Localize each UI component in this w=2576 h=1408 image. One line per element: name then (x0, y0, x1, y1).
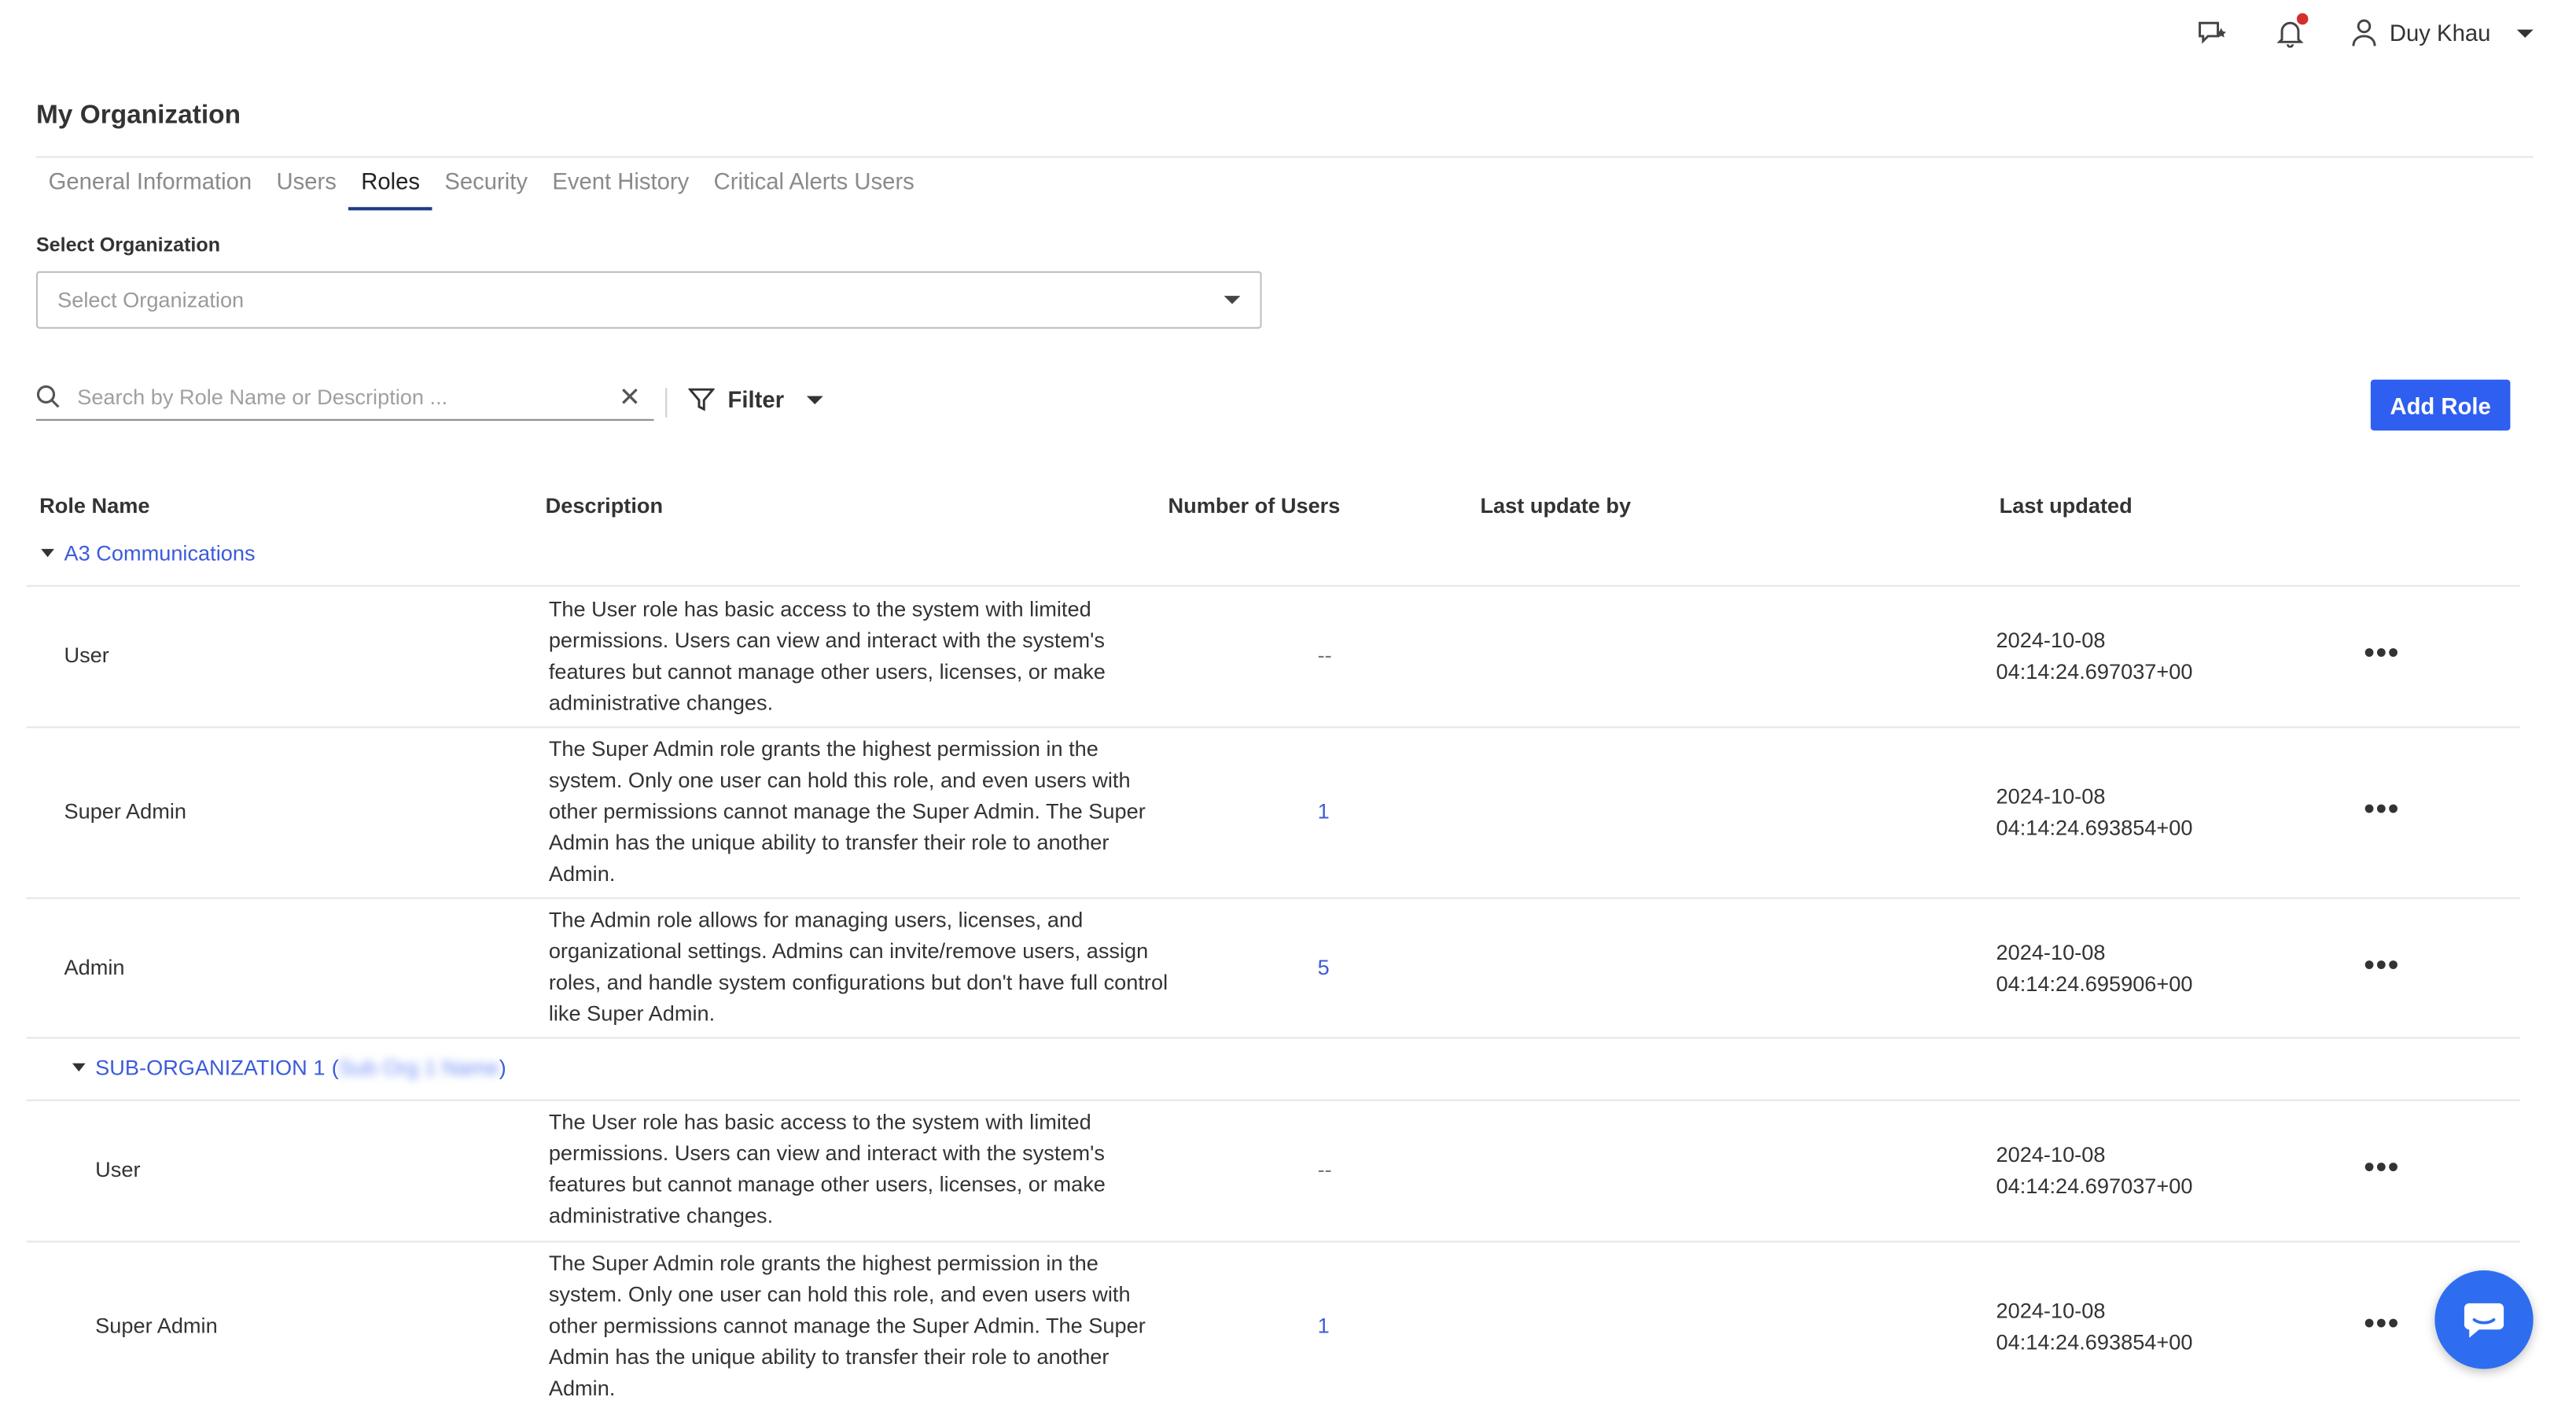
tab-bar: General Information Users Roles Security… (36, 164, 927, 211)
whats-new-icon[interactable] (2192, 15, 2228, 51)
notification-badge (2295, 13, 2308, 25)
role-name[interactable]: Admin (64, 955, 124, 979)
last-updated-date: 2024-10-08 (1996, 940, 2106, 965)
column-header-role-name[interactable]: Role Name (39, 493, 149, 518)
select-organization-dropdown[interactable]: Select Organization (35, 271, 1262, 329)
chevron-down-icon (2516, 28, 2534, 38)
tab-users[interactable]: Users (264, 164, 349, 211)
table-row: Super Admin The Super Admin role grants … (26, 1240, 2520, 1408)
role-description: The Admin role allows for managing users… (548, 907, 1168, 1026)
page-title: My Organization (35, 101, 241, 131)
user-name: Duy Khau (2389, 20, 2491, 46)
last-updated-time: 04:14:24.693854+00 (1996, 815, 2193, 840)
table-row: Super Admin The Super Admin role grants … (26, 726, 2520, 897)
column-header-description[interactable]: Description (546, 493, 663, 518)
table-row: User The User role has basic access to t… (26, 1099, 2520, 1241)
user-icon (2351, 19, 2375, 46)
number-of-users: -- (1317, 642, 1332, 668)
notifications-bell-icon[interactable] (2271, 13, 2308, 51)
number-of-users-link[interactable]: 5 (1318, 955, 1330, 979)
group-header-sub-organization-1[interactable]: SUB-ORGANIZATION 1 (Sub Org 1 Name) (72, 1055, 506, 1080)
table-row: User The User role has basic access to t… (26, 584, 2520, 727)
select-organization-placeholder: Select Organization (57, 287, 245, 312)
last-updated: 2024-10-08 04:14:24.693854+00 (1996, 1295, 2192, 1357)
role-description: The User role has basic access to the sy… (548, 1109, 1106, 1228)
search-input[interactable]: Search by Role Name or Description ... ✕ (35, 374, 654, 421)
filter-icon (688, 388, 715, 411)
last-updated-time: 04:14:24.697037+00 (1996, 658, 2193, 684)
collapse-caret-icon (72, 1063, 86, 1072)
role-description: The Super Admin role grants the highest … (548, 1250, 1146, 1401)
add-role-button[interactable]: Add Role (2370, 379, 2511, 431)
filter-label: Filter (727, 385, 785, 413)
number-of-users-link[interactable]: 1 (1318, 798, 1330, 823)
search-icon (36, 385, 60, 408)
chat-support-button[interactable] (2434, 1270, 2534, 1369)
divider (665, 388, 668, 418)
group-close-paren: ) (499, 1055, 506, 1080)
column-header-last-update-by[interactable]: Last update by (1480, 493, 1631, 518)
group-header-a3-communications[interactable]: A3 Communications (41, 540, 256, 566)
more-actions-icon[interactable]: ••• (2364, 1307, 2401, 1341)
filter-button[interactable]: Filter (688, 385, 824, 413)
more-actions-icon[interactable]: ••• (2364, 1151, 2401, 1185)
last-updated-time: 04:14:24.695906+00 (1996, 971, 2193, 997)
last-updated-date: 2024-10-08 (1996, 628, 2106, 653)
last-updated: 2024-10-08 04:14:24.697037+00 (1996, 1139, 2192, 1201)
role-description: The Super Admin role grants the highest … (548, 736, 1146, 886)
tab-roles[interactable]: Roles (348, 164, 432, 211)
last-updated: 2024-10-08 04:14:24.693854+00 (1996, 780, 2192, 842)
last-updated-time: 04:14:24.697037+00 (1996, 1173, 2193, 1199)
tab-general-information[interactable]: General Information (36, 164, 264, 211)
group-name: SUB-ORGANIZATION 1 (95, 1055, 326, 1080)
more-actions-icon[interactable]: ••• (2364, 636, 2401, 671)
tab-critical-alerts-users[interactable]: Critical Alerts Users (701, 164, 927, 211)
role-name[interactable]: Super Admin (95, 1313, 218, 1337)
column-header-number-of-users[interactable]: Number of Users (1168, 493, 1340, 518)
collapse-caret-icon (41, 548, 54, 558)
user-menu[interactable]: Duy Khau (2350, 18, 2534, 48)
chat-icon (2464, 1303, 2504, 1338)
clear-search-icon[interactable]: ✕ (619, 381, 641, 414)
last-updated-date: 2024-10-08 (1996, 1298, 2106, 1323)
search-placeholder: Search by Role Name or Description ... (77, 384, 448, 410)
table-row: Admin The Admin role allows for managing… (26, 897, 2520, 1039)
group-name: A3 Communications (64, 540, 256, 566)
role-description: The User role has basic access to the sy… (548, 596, 1106, 715)
more-actions-icon[interactable]: ••• (2364, 792, 2401, 827)
chevron-down-icon (807, 395, 824, 404)
last-updated-date: 2024-10-08 (1996, 783, 2106, 809)
more-actions-icon[interactable]: ••• (2364, 949, 2401, 983)
tab-event-history[interactable]: Event History (540, 164, 701, 211)
select-organization-label: Select Organization (35, 233, 221, 256)
number-of-users-link[interactable]: 1 (1318, 1313, 1330, 1337)
role-name[interactable]: User (95, 1157, 140, 1181)
role-name[interactable]: Super Admin (64, 798, 186, 823)
last-updated: 2024-10-08 04:14:24.695906+00 (1996, 937, 2192, 999)
column-header-last-updated[interactable]: Last updated (2000, 493, 2133, 518)
divider (35, 156, 2534, 158)
top-bar: Duy Khau (2192, 0, 2576, 66)
number-of-users: -- (1317, 1156, 1332, 1182)
chevron-down-icon (1224, 296, 1241, 304)
role-name[interactable]: User (64, 643, 109, 667)
last-updated: 2024-10-08 04:14:24.697037+00 (1996, 625, 2192, 687)
tab-security[interactable]: Security (432, 164, 540, 211)
sub-org-name-blurred: Sub Org 1 Name (338, 1055, 499, 1080)
group-open-paren: ( (331, 1055, 339, 1080)
last-updated-time: 04:14:24.693854+00 (1996, 1329, 2193, 1355)
last-updated-date: 2024-10-08 (1996, 1142, 2106, 1167)
